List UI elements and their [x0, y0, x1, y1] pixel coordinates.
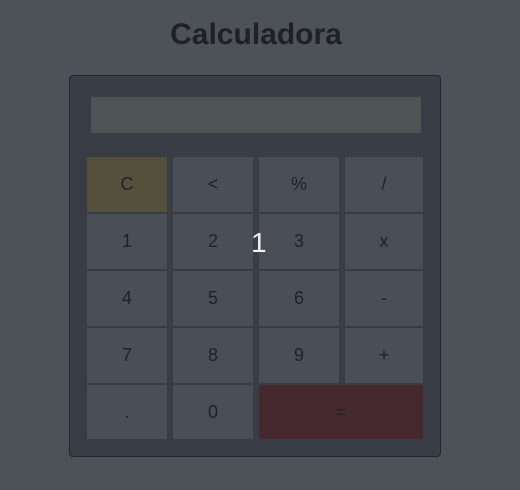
multiply-button[interactable]: x	[344, 213, 424, 270]
digit-1-button[interactable]: 1	[86, 213, 168, 270]
decimal-button[interactable]: .	[86, 384, 168, 440]
divide-button[interactable]: /	[344, 156, 424, 213]
calculator-display[interactable]	[91, 97, 421, 133]
digit-5-button[interactable]: 5	[172, 270, 254, 327]
digit-2-button[interactable]: 2	[172, 213, 254, 270]
digit-6-button[interactable]: 6	[258, 270, 340, 327]
digit-4-button[interactable]: 4	[86, 270, 168, 327]
digit-0-button[interactable]: 0	[172, 384, 254, 440]
equals-button[interactable]: =	[258, 384, 424, 440]
keypad: C < % / 1 2 3 x 4 5 6 - 7 8 9 + . 0 =	[86, 156, 424, 440]
digit-8-button[interactable]: 8	[172, 327, 254, 384]
subtract-button[interactable]: -	[344, 270, 424, 327]
floating-digit: 1	[251, 227, 267, 258]
digit-7-button[interactable]: 7	[86, 327, 168, 384]
add-button[interactable]: +	[344, 327, 424, 384]
digit-3-button[interactable]: 3	[258, 213, 340, 270]
calculator-panel: C < % / 1 2 3 x 4 5 6 - 7 8 9 + . 0 =	[69, 75, 441, 457]
percent-button[interactable]: %	[258, 156, 340, 213]
clear-button[interactable]: C	[86, 156, 168, 213]
backspace-button[interactable]: <	[172, 156, 254, 213]
page-title: Calculadora	[170, 18, 342, 51]
digit-9-button[interactable]: 9	[258, 327, 340, 384]
page: Calculadora C < % / 1 2 3 x 4 5 6 - 7 8 …	[0, 0, 520, 490]
